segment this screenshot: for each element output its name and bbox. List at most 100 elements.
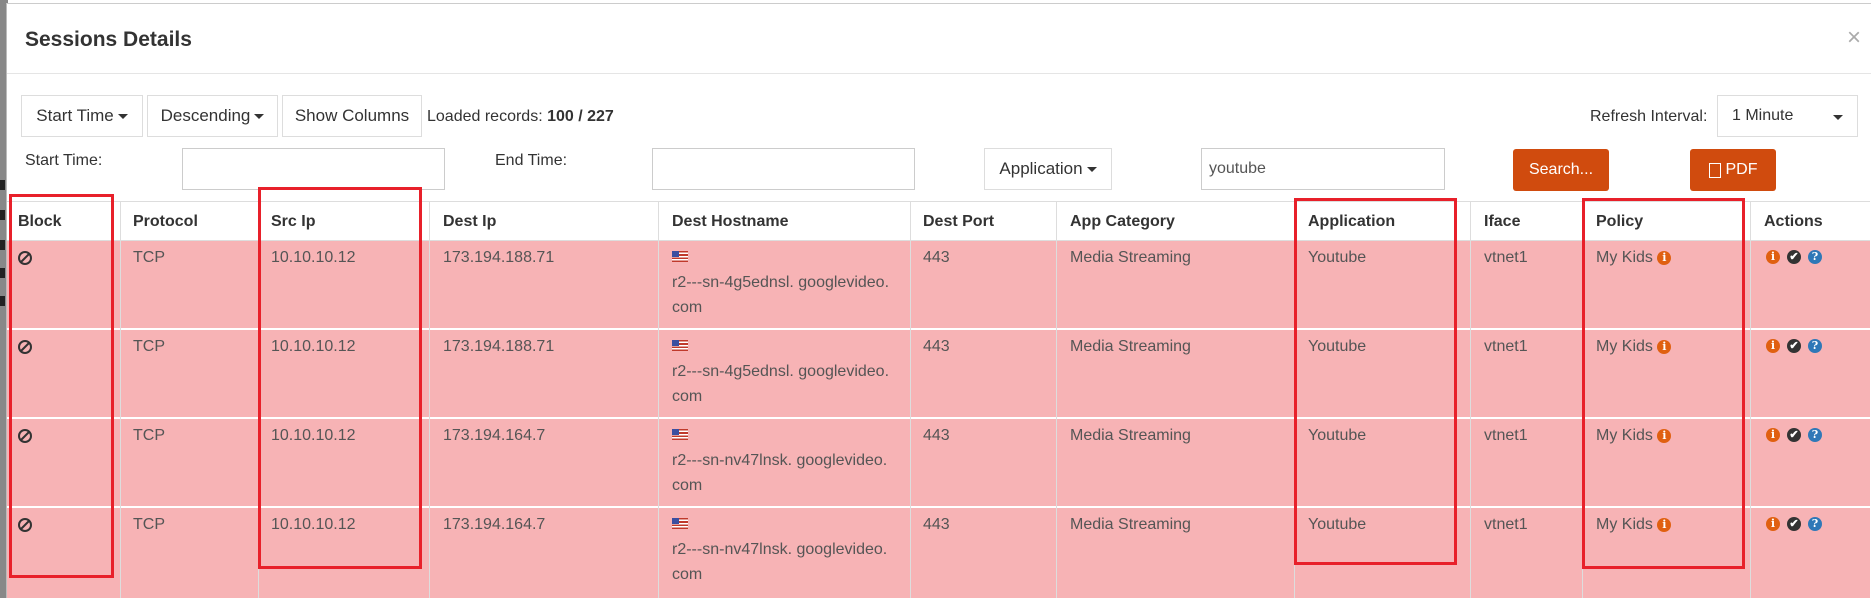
block-icon[interactable]: [18, 518, 32, 532]
policy-info-icon[interactable]: i: [1657, 428, 1672, 443]
column-divider: [1582, 201, 1583, 598]
hostname-line: r2---sn-4g5ednsl. googlevideo.: [672, 274, 890, 291]
end-time-label: End Time:: [495, 152, 568, 169]
table-row: TCP 10.10.10.12 173.194.164.7 r2---sn-nv…: [7, 508, 1870, 598]
column-divider: [120, 201, 121, 598]
hostname-line: com: [672, 566, 703, 583]
row-actions: i ✔ ?: [1766, 517, 1822, 531]
dest-ip-cell: 173.194.164.7: [443, 427, 546, 444]
policy-info-icon[interactable]: i: [1657, 517, 1672, 532]
close-icon[interactable]: ×: [1847, 26, 1861, 50]
table-row: TCP 10.10.10.12 173.194.188.71 r2---sn-4…: [7, 330, 1870, 418]
column-header-application[interactable]: Application: [1308, 213, 1395, 231]
start-time-input[interactable]: [182, 148, 445, 190]
column-header-protocol[interactable]: Protocol: [133, 213, 198, 231]
info-icon[interactable]: i: [1766, 250, 1780, 264]
check-icon[interactable]: ✔: [1787, 428, 1801, 442]
loaded-records-count: 100 / 227: [547, 108, 614, 125]
end-time-input[interactable]: [652, 148, 915, 190]
policy-name: My Kids: [1596, 427, 1653, 444]
refresh-interval-value: 1 Minute: [1732, 107, 1794, 124]
app-category-cell: Media Streaming: [1070, 516, 1191, 533]
block-icon[interactable]: [18, 251, 32, 265]
modal-title: Sessions Details: [25, 28, 192, 51]
column-header-dest-hostname[interactable]: Dest Hostname: [672, 213, 788, 231]
column-header-app-category[interactable]: App Category: [1070, 213, 1175, 231]
table-row: TCP 10.10.10.12 173.194.188.71 r2---sn-4…: [7, 241, 1870, 329]
iface-cell: vtnet1: [1484, 338, 1528, 355]
help-icon[interactable]: ?: [1808, 339, 1822, 353]
dest-hostname-cell: r2---sn-4g5ednsl. googlevideo. com: [672, 245, 889, 320]
policy-name: My Kids: [1596, 249, 1653, 266]
protocol-cell: TCP: [133, 516, 165, 533]
column-divider: [910, 201, 911, 598]
column-divider: [429, 201, 430, 598]
hostname-line: com: [672, 477, 703, 494]
filter-field-label: Application: [999, 159, 1083, 178]
us-flag-icon: [672, 251, 688, 262]
us-flag-icon: [672, 340, 688, 351]
column-divider: [1750, 201, 1751, 598]
application-cell: Youtube: [1308, 338, 1367, 355]
column-divider: [1470, 201, 1471, 598]
column-header-dest-ip[interactable]: Dest Ip: [443, 213, 496, 231]
protocol-cell: TCP: [133, 427, 165, 444]
help-icon[interactable]: ?: [1808, 428, 1822, 442]
row-actions: i ✔ ?: [1766, 339, 1822, 353]
block-icon[interactable]: [18, 429, 32, 443]
hostname-line: com: [672, 388, 703, 405]
protocol-cell: TCP: [133, 338, 165, 355]
show-columns-button[interactable]: Show Columns: [282, 95, 422, 137]
us-flag-icon: [672, 518, 688, 529]
policy-info-icon[interactable]: i: [1657, 250, 1672, 265]
check-icon[interactable]: ✔: [1787, 250, 1801, 264]
backdrop-mark: [0, 296, 5, 306]
dest-port-cell: 443: [923, 427, 950, 444]
dest-hostname-cell: r2---sn-4g5ednsl. googlevideo. com: [672, 334, 889, 409]
info-icon[interactable]: i: [1766, 517, 1780, 531]
column-header-actions: Actions: [1764, 213, 1823, 230]
policy-name: My Kids: [1596, 516, 1653, 533]
iface-cell: vtnet1: [1484, 249, 1528, 266]
policy-cell: My Kids i: [1596, 423, 1672, 448]
column-header-policy[interactable]: Policy: [1596, 213, 1643, 231]
sort-order-dropdown[interactable]: Descending: [147, 95, 278, 137]
dest-port-cell: 443: [923, 338, 950, 355]
info-icon[interactable]: i: [1766, 428, 1780, 442]
pdf-button[interactable]: PDF: [1690, 149, 1776, 191]
sort-field-dropdown[interactable]: Start Time: [21, 95, 143, 137]
iface-cell: vtnet1: [1484, 516, 1528, 533]
application-cell: Youtube: [1308, 427, 1367, 444]
hostname-line: r2---sn-nv47lnsk. googlevideo.: [672, 452, 888, 469]
sort-field-label: Start Time: [36, 106, 114, 125]
chevron-down-icon: [1086, 166, 1097, 172]
search-button[interactable]: Search...: [1513, 149, 1609, 191]
pdf-button-label: PDF: [1725, 161, 1758, 178]
filter-field-dropdown[interactable]: Application: [984, 148, 1112, 190]
help-icon[interactable]: ?: [1808, 517, 1822, 531]
loaded-records: Loaded records: 100 / 227: [427, 108, 614, 126]
column-divider: [658, 201, 659, 598]
hostname-line: com: [672, 299, 703, 316]
column-header-dest-port[interactable]: Dest Port: [923, 213, 994, 231]
application-cell: Youtube: [1308, 249, 1367, 266]
help-icon[interactable]: ?: [1808, 250, 1822, 264]
policy-cell: My Kids i: [1596, 512, 1672, 537]
protocol-cell: TCP: [133, 249, 165, 266]
refresh-interval-select[interactable]: 1 Minute: [1717, 95, 1858, 137]
check-icon[interactable]: ✔: [1787, 339, 1801, 353]
search-input[interactable]: youtube: [1201, 148, 1445, 190]
info-icon[interactable]: i: [1766, 339, 1780, 353]
pdf-file-icon: [1708, 162, 1721, 178]
dest-ip-cell: 173.194.164.7: [443, 516, 546, 533]
policy-info-icon[interactable]: i: [1657, 339, 1672, 354]
column-header-iface[interactable]: Iface: [1484, 213, 1520, 231]
block-icon[interactable]: [18, 340, 32, 354]
check-icon[interactable]: ✔: [1787, 517, 1801, 531]
policy-name: My Kids: [1596, 338, 1653, 355]
sessions-details-modal: Sessions Details × Start Time Descending…: [6, 3, 1871, 598]
column-header-src-ip[interactable]: Src Ip: [271, 213, 315, 231]
src-ip-cell: 10.10.10.12: [271, 249, 356, 266]
backdrop-mark: [0, 180, 5, 190]
column-header-block[interactable]: Block: [18, 213, 62, 231]
